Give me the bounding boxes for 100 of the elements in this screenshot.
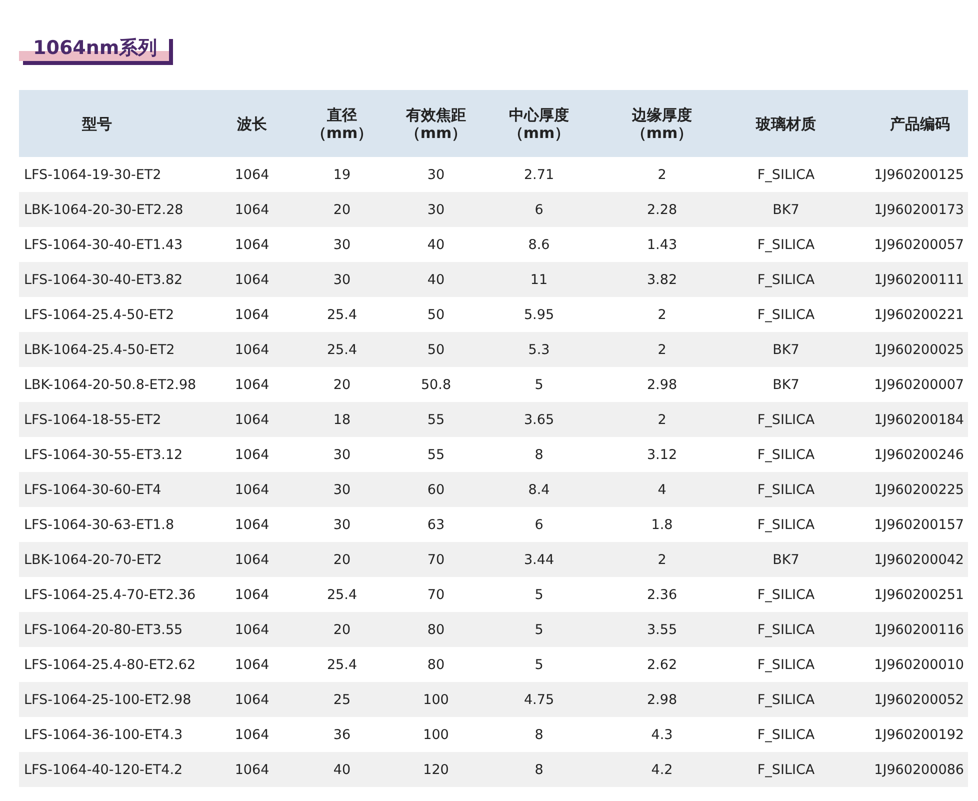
table-cell-text: BK7 <box>772 552 800 568</box>
column-header: 有效焦距（mm） <box>404 106 468 142</box>
table-cell-text: 3.12 <box>646 446 678 462</box>
table-cell-text: 5.3 <box>527 342 551 358</box>
table-cell-text: 2.98 <box>646 692 678 708</box>
table-cell-text: 8 <box>534 726 544 742</box>
table-cell-text: 63 <box>426 516 446 532</box>
table-cell-text: 1J960200025 <box>873 342 965 358</box>
table-cell-text: 70 <box>426 552 446 568</box>
table-cell-text: F_SILICA <box>756 166 816 182</box>
table-cell-text: 100 <box>422 692 450 708</box>
table-cell-text: 2.36 <box>646 586 678 602</box>
table-cell-text: 1064 <box>234 586 270 602</box>
table-cell-text: 1J960200173 <box>873 202 965 218</box>
table-cell-text: 1J960200052 <box>873 692 965 708</box>
table-cell-text: 8.4 <box>527 482 551 498</box>
table-cell-text: 3.65 <box>522 412 556 428</box>
table-cell-text: 2 <box>656 306 668 322</box>
table-cell-text: 1.43 <box>646 236 678 252</box>
table-cell-text: 2.62 <box>646 656 678 672</box>
table-cell-text: 60 <box>426 482 446 498</box>
table-cell-text: 80 <box>426 622 446 638</box>
table-cell-text: 30 <box>332 516 352 532</box>
table-cell-text: 1J960200157 <box>873 516 965 532</box>
table-cell-text: 1J960200192 <box>873 726 965 742</box>
table-cell-text: 4 <box>656 482 668 498</box>
table-cell-text: LFS-1064-30-55-ET3.12 <box>23 446 184 462</box>
table-cell-text: 1064 <box>234 552 270 568</box>
column-header: 边缘厚度（mm） <box>630 106 694 142</box>
table-cell-text: 100 <box>422 726 450 742</box>
table-cell-text: 1064 <box>234 482 270 498</box>
table-cell-text: LBK-1064-20-50.8-ET2.98 <box>23 376 198 392</box>
table-cell-text: F_SILICA <box>756 726 816 742</box>
table-cell-text: LFS-1064-30-40-ET3.82 <box>23 272 184 288</box>
table-cell-text: 1.8 <box>650 516 674 532</box>
table-cell-text: 25.4 <box>326 586 358 602</box>
table-cell-text: 6 <box>534 516 544 532</box>
table-cell-text: 70 <box>426 586 446 602</box>
table-cell-text: 1J960200221 <box>873 306 965 322</box>
table-cell-text: 5 <box>534 586 544 602</box>
table-cell-text: BK7 <box>772 202 800 218</box>
table-cell-text: 3.55 <box>646 622 678 638</box>
table-cell-text: 25 <box>332 692 352 708</box>
table-cell-text: 1064 <box>234 272 270 288</box>
table-cell-text: F_SILICA <box>756 762 816 778</box>
table-cell-text: F_SILICA <box>756 236 816 252</box>
table-cell-text: LFS-1064-40-120-ET4.2 <box>23 762 184 778</box>
table-cell-text: 1064 <box>234 656 270 672</box>
table-cell-text: F_SILICA <box>756 482 816 498</box>
table-cell-text: 30 <box>332 236 352 252</box>
table-cell-text: 5 <box>534 622 544 638</box>
table-cell-text: 1064 <box>234 166 270 182</box>
table-cell-text: 18 <box>332 412 352 428</box>
table-cell-text: 1064 <box>234 446 270 462</box>
table-cell-text: 1J960200116 <box>873 622 965 638</box>
table-cell-text: 1064 <box>234 202 270 218</box>
table-cell-text: F_SILICA <box>756 586 816 602</box>
table-cell-text: 1064 <box>234 236 270 252</box>
table-cell-text: 20 <box>332 202 352 218</box>
table-cell-text: 5 <box>534 656 544 672</box>
table-cell-text: LFS-1064-36-100-ET4.3 <box>23 726 184 742</box>
table-cell-text: 36 <box>332 726 352 742</box>
table-cell-text: 1064 <box>234 726 270 742</box>
table-cell-text: 1064 <box>234 342 270 358</box>
table-cell-text: 30 <box>426 166 446 182</box>
table-cell-text: 1064 <box>234 692 270 708</box>
table-cell-text: LBK-1064-20-30-ET2.28 <box>23 202 184 218</box>
table-cell-text: 19 <box>332 166 352 182</box>
table-cell-text: 8 <box>534 762 544 778</box>
table-cell-text: 25.4 <box>326 656 358 672</box>
table-cell-text: 2.71 <box>522 166 556 182</box>
table-cell-text: 2 <box>656 166 668 182</box>
table-cell-text: 2.28 <box>646 202 678 218</box>
table-cell-text: LFS-1064-30-60-ET4 <box>23 482 162 498</box>
table-cell-text: 30 <box>332 446 352 462</box>
table-cell-text: 8 <box>534 446 544 462</box>
table-cell-text: LFS-1064-19-30-ET2 <box>23 166 162 182</box>
table-cell-text: 1J960200184 <box>873 412 965 428</box>
table-cell-text: F_SILICA <box>756 622 816 638</box>
table-cell-text: 1064 <box>234 376 270 392</box>
table-cell-text: 5 <box>534 376 544 392</box>
table-cell-text: F_SILICA <box>756 692 816 708</box>
table-cell-text: 1064 <box>234 762 270 778</box>
table-cell-text: 4.75 <box>522 692 556 708</box>
table-cell-text: LBK-1064-20-70-ET2 <box>23 552 163 568</box>
table-cell-text: 8.6 <box>527 236 551 252</box>
table-cell-text: 50 <box>426 342 446 358</box>
table-cell-text: 1064 <box>234 622 270 638</box>
table-cell-text: 5.95 <box>522 306 556 322</box>
table-cell-text: F_SILICA <box>756 516 816 532</box>
table-cell-text: LFS-1064-25.4-80-ET2.62 <box>23 656 197 672</box>
table-cell-text: F_SILICA <box>756 446 816 462</box>
table-cell-text: 30 <box>426 202 446 218</box>
column-header: 产品编码 <box>889 114 951 132</box>
table-cell-text: 80 <box>426 656 446 672</box>
table-cell-text: 55 <box>426 446 446 462</box>
column-header: 型号 <box>81 114 113 132</box>
table-cell-text: LBK-1064-25.4-50-ET2 <box>23 342 176 358</box>
table-cell-text: 1J960200251 <box>873 586 965 602</box>
table-cell-text: 50.8 <box>420 376 452 392</box>
